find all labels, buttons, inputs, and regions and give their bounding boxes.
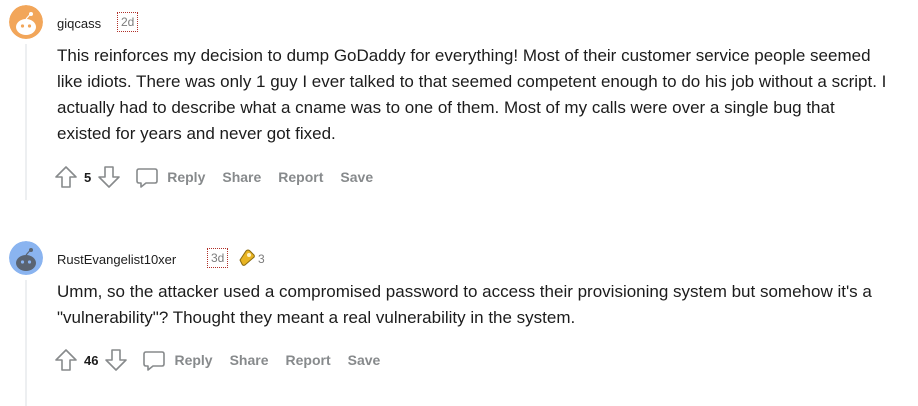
- comment-bubble-icon: [135, 165, 159, 189]
- downvote-icon[interactable]: [97, 165, 121, 189]
- comment: giqcass 2d This reinforces my decision t…: [0, 0, 918, 200]
- reply-label: Reply: [167, 169, 206, 185]
- save-button[interactable]: Save: [348, 352, 381, 368]
- award-count: 3: [258, 252, 265, 266]
- reply-label: Reply: [174, 352, 213, 368]
- share-button[interactable]: Share: [222, 169, 261, 185]
- thread-line[interactable]: [25, 280, 27, 406]
- timestamp[interactable]: 2d: [117, 12, 139, 32]
- comment-body: This reinforces my decision to dump GoDa…: [57, 46, 887, 143]
- comment: RustEvangelist10xer 3d 3 Umm, so the att…: [0, 230, 918, 406]
- comment-bubble-icon: [142, 348, 166, 372]
- comment-actions: 5 Reply Share Report Save: [54, 162, 390, 192]
- username[interactable]: RustEvangelist10xer: [57, 252, 176, 267]
- award-icon[interactable]: [237, 248, 257, 268]
- comment-body: Umm, so the attacker used a compromised …: [57, 282, 872, 327]
- upvote-icon[interactable]: [54, 348, 78, 372]
- report-button[interactable]: Report: [278, 169, 323, 185]
- share-button[interactable]: Share: [230, 352, 269, 368]
- thread-line[interactable]: [25, 44, 27, 200]
- vote-count: 5: [84, 169, 92, 185]
- reply-button[interactable]: Reply: [142, 348, 213, 372]
- avatar[interactable]: [9, 5, 43, 39]
- upvote-icon[interactable]: [54, 165, 78, 189]
- timestamp[interactable]: 3d: [207, 248, 229, 268]
- username[interactable]: giqcass: [57, 16, 101, 31]
- comment-actions: 46 Reply Share Report Save: [54, 345, 397, 375]
- reply-button[interactable]: Reply: [135, 165, 205, 189]
- avatar[interactable]: [9, 241, 43, 275]
- snoo-avatar-icon: [9, 5, 43, 39]
- snoo-avatar-icon: [9, 241, 43, 275]
- save-button[interactable]: Save: [340, 169, 373, 185]
- report-button[interactable]: Report: [286, 352, 331, 368]
- vote-count: 46: [84, 352, 99, 368]
- downvote-icon[interactable]: [104, 348, 128, 372]
